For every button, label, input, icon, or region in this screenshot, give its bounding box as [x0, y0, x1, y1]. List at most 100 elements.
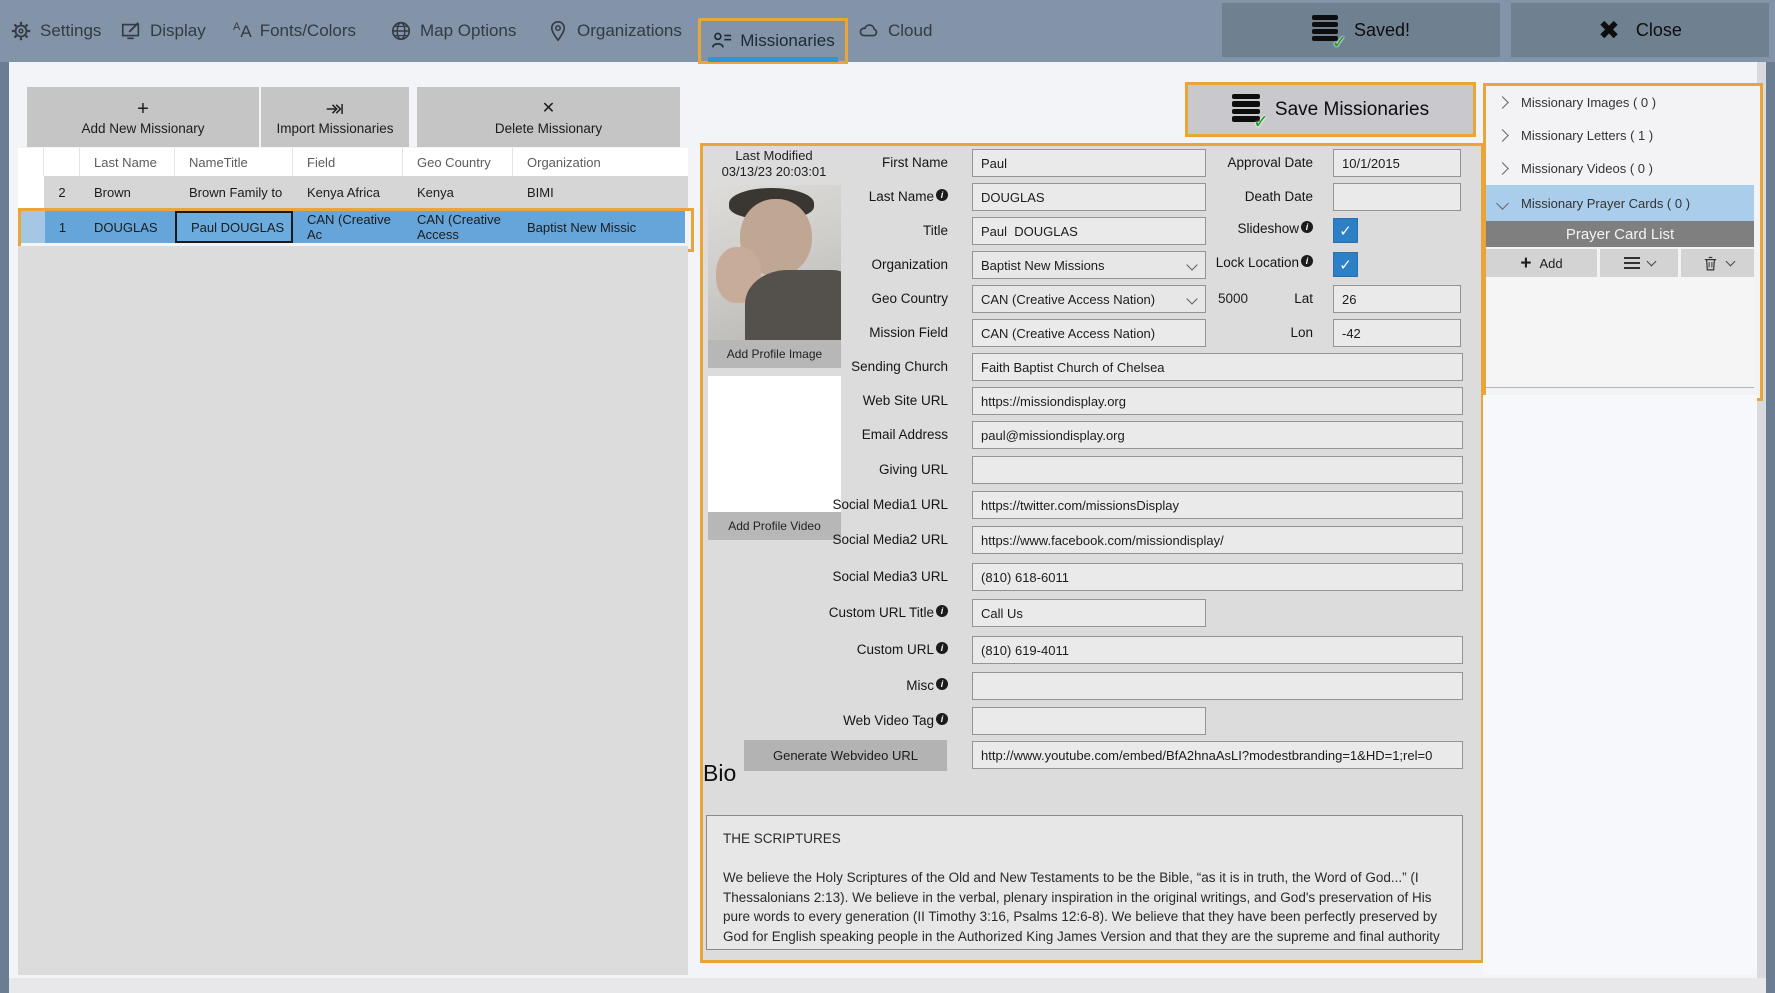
tab-display[interactable]: Display	[120, 0, 206, 62]
prayer-card-list-options-button[interactable]	[1600, 249, 1678, 277]
delete-missionary-button[interactable]: ✕ Delete Missionary	[417, 87, 680, 147]
custom-url-input[interactable]	[972, 636, 1463, 664]
fonts-icon: AA	[233, 23, 252, 40]
table-row-douglas-selected[interactable]: 1 DOUGLAS Paul DOUGLAS CAN (Creative Ac …	[21, 211, 685, 243]
web-site-url-input[interactable]	[972, 387, 1463, 415]
cell-last-name[interactable]: DOUGLAS	[80, 211, 175, 243]
add-new-missionary-button[interactable]: + Add New Missionary	[27, 87, 259, 147]
table-row-brown[interactable]: 2 Brown Brown Family to Kenya Africa Ken…	[18, 176, 688, 208]
tree-item-label: Missionary Images ( 0 )	[1521, 95, 1656, 110]
tab-fonts-colors[interactable]: AA Fonts/Colors	[233, 0, 356, 62]
pin-icon	[547, 20, 569, 42]
email-address-input[interactable]	[972, 421, 1463, 449]
social-media1-input[interactable]	[972, 491, 1463, 519]
missionary-table-header: Last Name NameTitle Field Geo Country Or…	[18, 148, 688, 177]
info-icon[interactable]: i	[1301, 255, 1313, 267]
giving-url-input[interactable]	[972, 456, 1463, 484]
lock-location-checkbox[interactable]: ✓	[1333, 252, 1358, 277]
info-icon[interactable]: i	[936, 713, 948, 725]
lon-input[interactable]	[1333, 319, 1461, 347]
info-icon[interactable]: i	[1301, 221, 1313, 233]
label-sending-church: Sending Church	[740, 359, 948, 375]
custom-url-title-input[interactable]	[972, 599, 1206, 627]
import-missionaries-button[interactable]: Import Missionaries	[261, 87, 409, 147]
bio-label: Bio	[703, 760, 736, 787]
prayer-card-list-header: Prayer Card List	[1486, 221, 1754, 247]
window-frame-right	[1766, 62, 1775, 993]
prayer-card-add-button[interactable]: + Add	[1486, 249, 1597, 277]
tree-item-label: Missionary Videos ( 0 )	[1521, 161, 1653, 176]
tree-item-missionary-images[interactable]: Missionary Images ( 0 )	[1486, 86, 1754, 119]
tab-cloud-label: Cloud	[888, 21, 932, 41]
social-media2-input[interactable]	[972, 526, 1463, 554]
green-check-icon: ✓	[1332, 33, 1347, 51]
cell-name-title[interactable]: Brown Family to	[175, 176, 293, 208]
header-organization[interactable]: Organization	[513, 148, 688, 176]
cell-organization[interactable]: BIMI	[513, 176, 688, 208]
cell-name-title-focused[interactable]: Paul DOUGLAS	[175, 211, 293, 243]
trash-icon	[1702, 255, 1719, 272]
info-icon[interactable]: i	[936, 642, 948, 654]
cell-field[interactable]: Kenya Africa	[293, 176, 403, 208]
info-icon[interactable]: i	[936, 189, 948, 201]
social-media3-input[interactable]	[972, 563, 1463, 591]
missionaries-icon	[711, 30, 733, 52]
add-new-missionary-label: Add New Missionary	[81, 121, 204, 136]
tab-settings[interactable]: Settings	[10, 0, 101, 62]
generate-webvideo-url-button[interactable]: Generate Webvideo URL	[744, 740, 947, 771]
active-tab-underline	[708, 57, 838, 62]
green-check-icon: ✓	[1253, 113, 1269, 132]
label-slideshow: Slideshowi	[1160, 221, 1313, 237]
header-indicator-cell	[18, 148, 44, 176]
cloud-icon	[858, 20, 880, 42]
webvideo-url-input[interactable]	[972, 741, 1463, 769]
tab-organizations[interactable]: Organizations	[547, 0, 682, 62]
tab-organizations-label: Organizations	[577, 21, 682, 41]
label-organization: Organization	[740, 257, 948, 273]
lat-input[interactable]	[1333, 285, 1461, 313]
misc-input[interactable]	[972, 672, 1463, 700]
import-missionaries-label: Import Missionaries	[276, 121, 393, 136]
label-custom-url-title: Custom URL Titlei	[740, 605, 948, 621]
label-custom-url: Custom URLi	[740, 642, 948, 658]
save-missionaries-button[interactable]: ✓ Save Missionaries	[1188, 85, 1473, 134]
header-field[interactable]: Field	[293, 148, 403, 176]
label-first-name: First Name	[740, 155, 948, 171]
save-stack-icon: ✓	[1312, 15, 1338, 45]
cell-geo-country[interactable]: CAN (Creative Access	[403, 211, 513, 243]
bio-textarea[interactable]: THE SCRIPTURES We believe the Holy Scrip…	[706, 815, 1463, 950]
cell-last-name[interactable]: Brown	[80, 176, 175, 208]
sending-church-input[interactable]	[972, 353, 1463, 381]
tab-fonts-colors-label: Fonts/Colors	[260, 21, 356, 41]
label-geo-country: Geo Country	[740, 291, 948, 307]
label-mission-field: Mission Field	[740, 325, 948, 341]
tab-map-options[interactable]: Map Options	[390, 0, 516, 62]
info-icon[interactable]: i	[936, 678, 948, 690]
tree-item-missionary-letters[interactable]: Missionary Letters ( 1 )	[1486, 119, 1754, 152]
web-video-tag-input[interactable]	[972, 707, 1206, 735]
label-last-name: Last Namei	[740, 189, 948, 205]
tree-item-missionary-prayer-cards[interactable]: Missionary Prayer Cards ( 0 )	[1486, 185, 1754, 221]
header-geo-country[interactable]: Geo Country	[403, 148, 513, 176]
cell-organization[interactable]: Baptist New Missic	[513, 211, 685, 243]
info-icon[interactable]: i	[936, 605, 948, 617]
check-icon: ✓	[1339, 256, 1352, 274]
header-last-name[interactable]: Last Name	[80, 148, 175, 176]
death-date-input[interactable]	[1333, 183, 1461, 211]
prayer-card-list-empty	[1486, 277, 1754, 388]
cell-field[interactable]: CAN (Creative Ac	[293, 211, 403, 243]
save-stack-icon: ✓	[1232, 94, 1260, 126]
approval-date-input[interactable]	[1333, 149, 1461, 177]
header-name-title[interactable]: NameTitle	[175, 148, 293, 176]
close-button[interactable]: ✖ Close	[1511, 3, 1769, 57]
save-missionaries-label: Save Missionaries	[1275, 99, 1429, 121]
geo-country-value: CAN (Creative Access Nation)	[981, 292, 1155, 307]
cell-geo-country[interactable]: Kenya	[403, 176, 513, 208]
tree-item-missionary-videos[interactable]: Missionary Videos ( 0 )	[1486, 152, 1754, 185]
slideshow-checkbox[interactable]: ✓	[1333, 218, 1358, 243]
app-window: Settings Display AA Fonts/Colors	[0, 0, 1775, 993]
label-email-address: Email Address	[740, 427, 948, 443]
tab-cloud[interactable]: Cloud	[858, 0, 932, 62]
prayer-card-delete-options-button[interactable]	[1681, 249, 1754, 277]
saved-button[interactable]: ✓ Saved!	[1222, 3, 1500, 57]
